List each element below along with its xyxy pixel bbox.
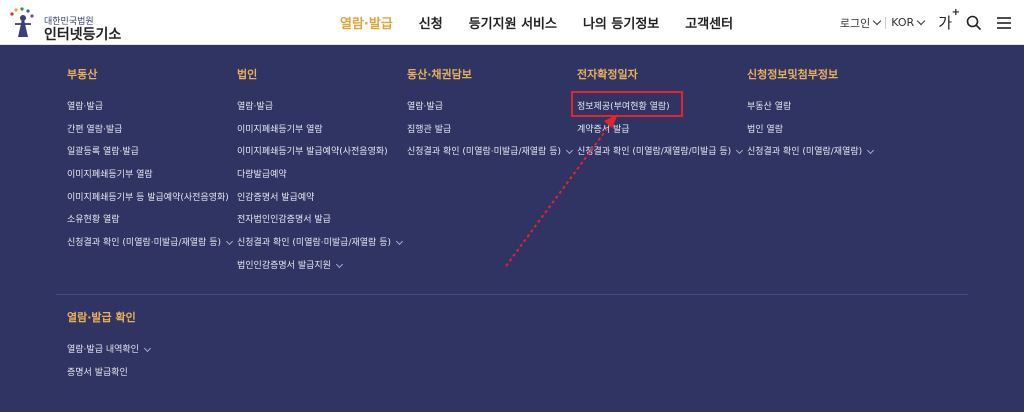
annotation-arrow (505, 114, 618, 267)
